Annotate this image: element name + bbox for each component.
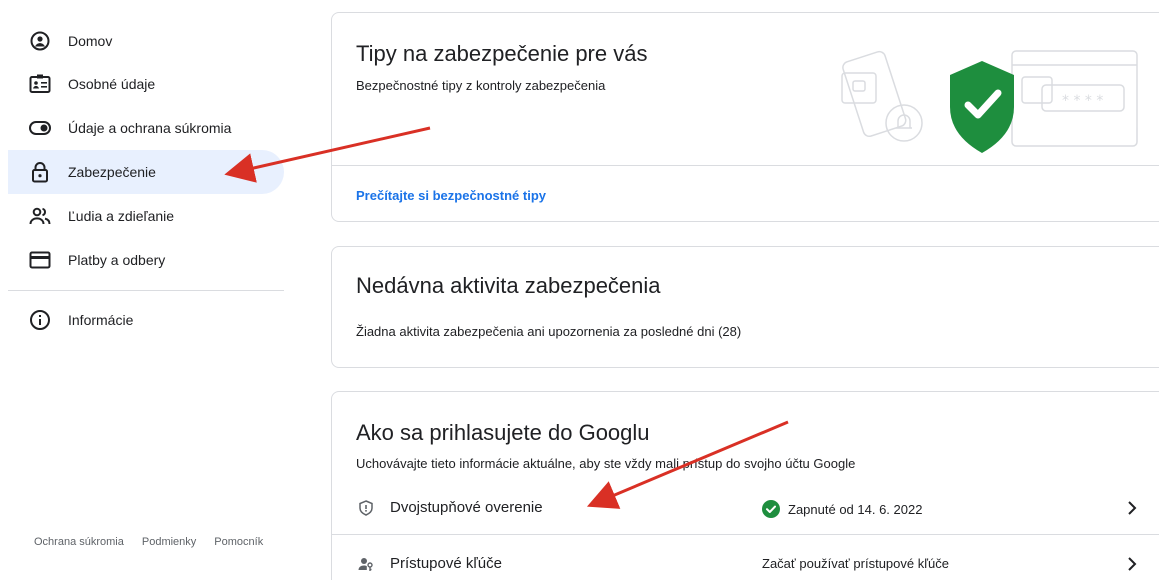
card-divider	[332, 165, 1159, 166]
passkeys-label: Prístupové kľúče	[390, 555, 502, 572]
sidebar-item-home[interactable]: Domov	[8, 19, 284, 63]
sidebar-item-label: Zabezpečenie	[68, 164, 156, 180]
row-divider	[332, 534, 1159, 535]
sidebar-item-people-sharing[interactable]: Ľudia a zdieľanie	[8, 194, 284, 238]
credit-card-icon	[28, 248, 52, 272]
info-icon	[28, 308, 52, 332]
toggle-icon	[28, 116, 52, 140]
sidebar-item-personal-info[interactable]: Osobné údaje	[8, 62, 284, 106]
sidebar-item-label: Platby a odbery	[68, 252, 166, 268]
passkeys-status: Začať používať prístupové kľúče	[762, 556, 949, 571]
footer-link-terms[interactable]: Podmienky	[142, 536, 196, 548]
recent-activity-subtitle: Žiadna aktivita zabezpečenia ani upozorn…	[356, 324, 742, 339]
security-tips-card: Tipy na zabezpečenie pre vás Bezpečnostn…	[331, 12, 1159, 222]
read-security-tips-link[interactable]: Prečítajte si bezpečnostné tipy	[356, 188, 546, 203]
sidebar-item-payments[interactable]: Platby a odbery	[8, 238, 284, 282]
recent-activity-card: Nedávna aktivita zabezpečenia Žiadna akt…	[331, 246, 1159, 368]
svg-text:* * * *: * * * *	[1062, 93, 1103, 109]
security-tips-title: Tipy na zabezpečenie pre vás	[356, 41, 648, 66]
two-step-verification-label: Dvojstupňové overenie	[390, 499, 543, 516]
sidebar-item-label: Ľudia a zdieľanie	[68, 208, 175, 224]
check-circle-icon	[762, 500, 780, 518]
chevron-right-icon	[1122, 554, 1142, 574]
shield-icon	[356, 498, 376, 518]
sidebar-item-label: Údaje a ochrana súkromia	[68, 120, 232, 136]
lock-icon	[28, 160, 52, 184]
security-tips-subtitle: Bezpečnostné tipy z kontroly zabezpečeni…	[356, 78, 606, 93]
id-card-icon	[28, 72, 52, 96]
footer-link-help[interactable]: Pomocník	[214, 536, 263, 548]
people-icon	[28, 204, 52, 228]
footer-links: Ochrana súkromia Podmienky Pomocník	[34, 536, 281, 548]
passkeys-row[interactable]: Prístupové kľúče Začať používať prístupo…	[332, 542, 1159, 580]
footer-link-privacy[interactable]: Ochrana súkromia	[34, 536, 124, 548]
sidebar-divider	[8, 290, 284, 291]
recent-activity-title: Nedávna aktivita zabezpečenia	[356, 273, 661, 298]
security-illustration: * * * *	[841, 50, 1138, 153]
sidebar-item-security[interactable]: Zabezpečenie	[8, 150, 284, 194]
signin-title: Ako sa prihlasujete do Googlu	[356, 420, 650, 445]
home-icon	[28, 29, 52, 53]
sidebar-item-about[interactable]: Informácie	[8, 298, 284, 342]
two-step-verification-row[interactable]: Dvojstupňové overenie Zapnuté od 14. 6. …	[332, 486, 1159, 530]
signin-card: Ako sa prihlasujete do Googlu Uchovávajt…	[331, 391, 1159, 580]
passkey-icon	[356, 554, 376, 574]
sidebar-item-label: Osobné údaje	[68, 76, 156, 92]
sidebar: Domov Osobné údaje Údaje a ochrana súkro…	[0, 0, 300, 580]
sidebar-item-data-privacy[interactable]: Údaje a ochrana súkromia	[8, 106, 284, 150]
chevron-right-icon	[1122, 498, 1142, 518]
two-step-verification-status: Zapnuté od 14. 6. 2022	[762, 500, 922, 518]
sidebar-item-label: Informácie	[68, 312, 134, 328]
signin-subtitle: Uchovávajte tieto informácie aktuálne, a…	[356, 456, 856, 471]
two-step-verification-status-text: Zapnuté od 14. 6. 2022	[788, 501, 923, 517]
sidebar-item-label: Domov	[68, 33, 113, 49]
